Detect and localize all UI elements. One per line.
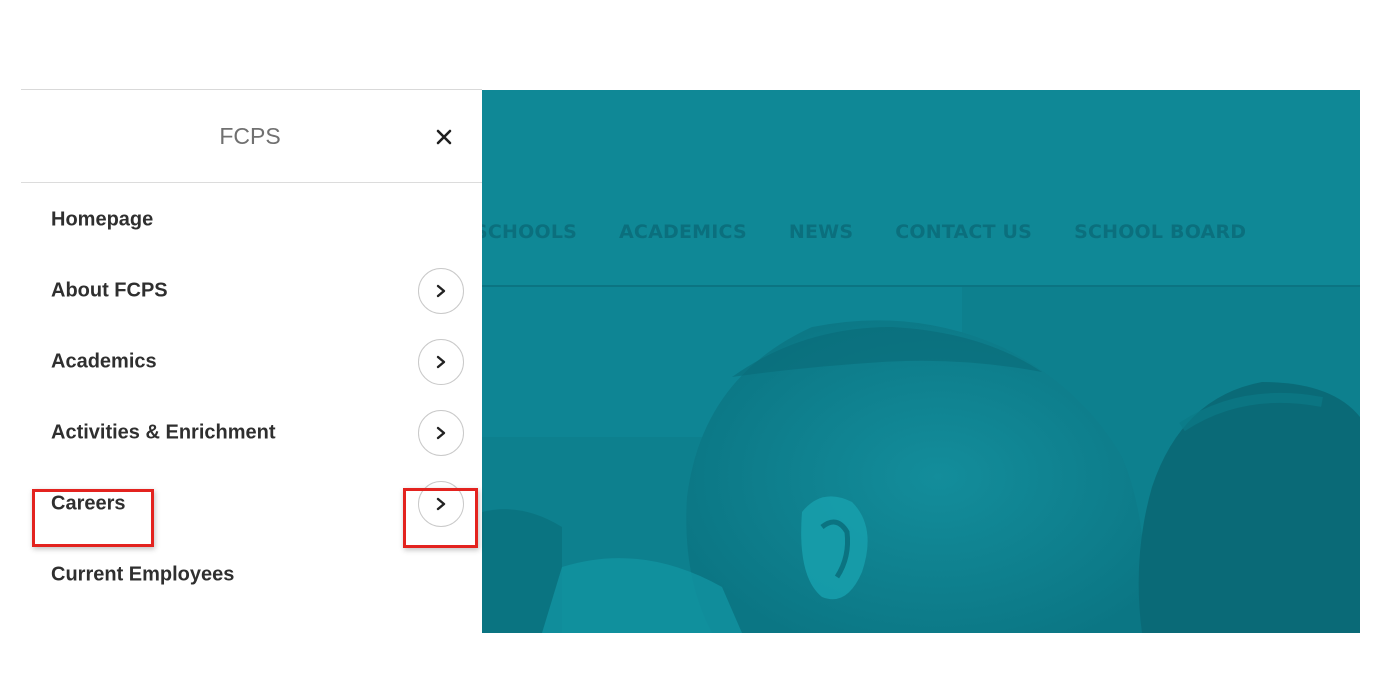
chevron-right-icon — [436, 426, 446, 439]
drawer-title: FCPS — [219, 123, 281, 149]
menu-item-current-employees[interactable]: Current Employees — [21, 539, 482, 610]
chevron-right-icon — [436, 355, 446, 368]
site-nav-schools[interactable]: SCHOOLS — [482, 221, 577, 243]
about-fcps-submenu-button[interactable] — [418, 267, 464, 314]
site-nav-contact-us[interactable]: CONTACT US — [895, 221, 1032, 243]
careers-label-highlight — [32, 489, 154, 547]
careers-chevron-highlight — [403, 488, 478, 548]
menu-item-label[interactable]: Homepage — [51, 208, 153, 231]
menu-item-label[interactable]: Activities & Enrichment — [51, 421, 276, 444]
activities-enrichment-submenu-button[interactable] — [418, 409, 464, 456]
site-nav-academics[interactable]: ACADEMICS — [619, 221, 747, 243]
menu-item-label[interactable]: Academics — [51, 350, 157, 373]
screen: SCHOOLS ACADEMICS NEWS CONTACT US SCHOOL… — [0, 0, 1400, 700]
site-header: SCHOOLS ACADEMICS NEWS CONTACT US SCHOOL… — [482, 90, 1360, 287]
menu-item-label[interactable]: About FCPS — [51, 279, 168, 302]
drawer-header: FCPS — [21, 90, 482, 183]
close-button[interactable] — [430, 123, 458, 151]
menu-item-academics[interactable]: Academics — [21, 326, 482, 397]
academics-submenu-button[interactable] — [418, 338, 464, 385]
hero-image — [482, 287, 1360, 633]
page-overlay[interactable]: SCHOOLS ACADEMICS NEWS CONTACT US SCHOOL… — [482, 90, 1360, 633]
close-icon — [436, 129, 452, 145]
side-drawer-menu: FCPS Homepage About FCPS Academics Activ… — [21, 89, 482, 633]
menu-item-label[interactable]: Current Employees — [51, 563, 234, 586]
hero-photo-silhouette — [482, 287, 1360, 633]
site-nav: SCHOOLS ACADEMICS NEWS CONTACT US SCHOOL… — [482, 221, 1288, 243]
menu-item-activities-enrichment[interactable]: Activities & Enrichment — [21, 397, 482, 468]
site-nav-news[interactable]: NEWS — [789, 221, 853, 243]
menu-item-about-fcps[interactable]: About FCPS — [21, 255, 482, 326]
site-nav-school-board[interactable]: SCHOOL BOARD — [1074, 221, 1246, 243]
chevron-right-icon — [436, 284, 446, 297]
menu-item-homepage[interactable]: Homepage — [21, 184, 482, 255]
